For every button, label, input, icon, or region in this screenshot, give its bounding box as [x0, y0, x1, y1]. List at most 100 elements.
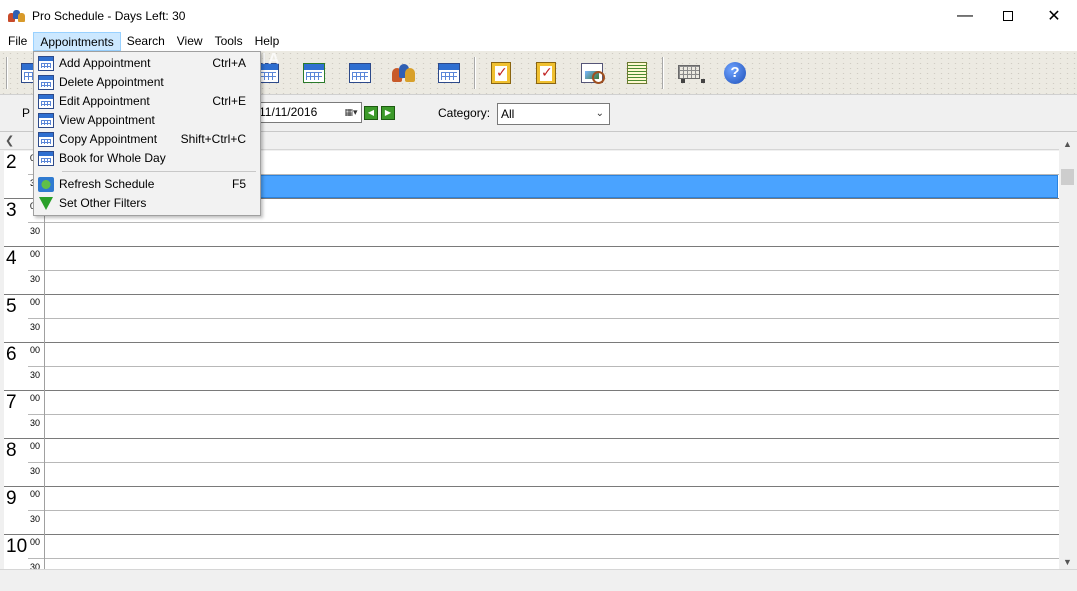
- menu-item-view-appointment[interactable]: View Appointment: [34, 111, 260, 130]
- calendar-month-icon: [438, 63, 460, 83]
- calendar-week-icon: [349, 63, 371, 83]
- half-hour-label: 30: [30, 370, 41, 380]
- half-hour-line: [28, 366, 1059, 367]
- people-icon: [391, 62, 415, 84]
- window-title: Pro Schedule - Days Left: 30: [32, 8, 186, 23]
- calendar-day-icon: [38, 151, 54, 166]
- half-hour-label: 30: [30, 418, 41, 428]
- menu-view[interactable]: View: [171, 32, 209, 51]
- toolbar-month-button[interactable]: [437, 61, 461, 85]
- filter-icon: [39, 197, 53, 210]
- next-day-button[interactable]: ▶: [381, 106, 395, 120]
- chevron-down-icon: ⌄: [595, 108, 604, 119]
- toolbar-grip: [6, 57, 8, 89]
- minimize-icon: —: [957, 6, 973, 24]
- minute-label: 00: [30, 249, 41, 259]
- calendar-dropdown-icon[interactable]: ▦▾: [343, 106, 359, 119]
- scroll-down-icon[interactable]: ▼: [1063, 557, 1072, 567]
- date-value: 11/11/2016: [259, 105, 318, 119]
- hour-label: 10: [6, 536, 28, 557]
- menu-bar: File Appointments Search View Tools Help: [0, 31, 1077, 51]
- hour-label: 2: [6, 152, 17, 173]
- scroll-left-icon[interactable]: ❮: [5, 134, 14, 147]
- menu-item-delete-appointment[interactable]: Delete Appointment: [34, 73, 260, 92]
- menu-item-copy-appointment[interactable]: Copy Appointment Shift+Ctrl+C: [34, 130, 260, 149]
- hour-row[interactable]: 6 00 30: [4, 343, 1059, 391]
- appointments-menu: Add Appointment Ctrl+A Delete Appointmen…: [33, 51, 261, 216]
- scroll-up-icon[interactable]: ▲: [1063, 139, 1072, 149]
- toolbar-buy-button[interactable]: [675, 61, 705, 85]
- calendar-delete-icon: [38, 75, 54, 90]
- half-hour-line: [28, 414, 1059, 415]
- toolbar-separator: [662, 57, 664, 89]
- menu-item-edit-appointment[interactable]: Edit Appointment Ctrl+E: [34, 92, 260, 111]
- toolbar-task-button[interactable]: [489, 61, 513, 85]
- hour-row[interactable]: 9 00 30: [4, 487, 1059, 535]
- menu-item-set-other-filters[interactable]: Set Other Filters: [34, 194, 260, 213]
- menu-item-add-appointment[interactable]: Add Appointment Ctrl+A: [34, 54, 260, 73]
- close-icon: ✕: [1047, 7, 1061, 25]
- scroll-thumb[interactable]: [1061, 169, 1074, 185]
- close-button[interactable]: ✕: [1031, 0, 1077, 31]
- minimize-button[interactable]: —: [942, 0, 988, 31]
- arrow-left-icon: ◀: [367, 108, 375, 117]
- minute-label: 00: [30, 537, 41, 547]
- title-bar: Pro Schedule - Days Left: 30 — ✕: [0, 0, 1077, 31]
- half-hour-line: [28, 318, 1059, 319]
- menu-search[interactable]: Search: [121, 32, 171, 51]
- toolbar-refresh-button[interactable]: [302, 61, 326, 85]
- menu-file[interactable]: File: [2, 32, 33, 51]
- status-bar: [0, 569, 1077, 591]
- calendar-view-icon: [38, 113, 54, 128]
- menu-separator: [62, 171, 256, 172]
- hour-label: 6: [6, 344, 17, 365]
- calendar-copy-icon: [38, 132, 54, 147]
- half-hour-line: [28, 510, 1059, 511]
- category-select[interactable]: All ⌄: [497, 103, 610, 125]
- calendar-add-icon: [38, 56, 54, 71]
- shopping-cart-icon: [675, 62, 705, 84]
- toolbar-help-button[interactable]: ?: [723, 61, 747, 85]
- toolbar-separator: [474, 57, 476, 89]
- half-hour-label: 30: [30, 226, 41, 236]
- toolbar-picture-button[interactable]: [580, 61, 605, 85]
- half-hour-line: [28, 462, 1059, 463]
- arrow-right-icon: ▶: [384, 108, 392, 117]
- minute-label: 00: [30, 489, 41, 499]
- menu-item-refresh-schedule[interactable]: Refresh Schedule F5: [34, 175, 260, 194]
- vertical-scrollbar[interactable]: ▲ ▼: [1059, 133, 1077, 569]
- half-hour-line: [28, 222, 1059, 223]
- list-icon: [627, 62, 647, 84]
- hour-label: 9: [6, 488, 17, 509]
- toolbar-week-button[interactable]: [348, 61, 372, 85]
- menu-help[interactable]: Help: [249, 32, 286, 51]
- toolbar-todo-button[interactable]: [534, 61, 558, 85]
- toolbar-list-button[interactable]: [625, 61, 649, 85]
- previous-day-button[interactable]: ◀: [364, 106, 378, 120]
- toolbar-people-button[interactable]: [391, 61, 415, 85]
- hour-label: 8: [6, 440, 17, 461]
- hour-row[interactable]: 5 00 30: [4, 295, 1059, 343]
- help-icon: ?: [724, 62, 746, 84]
- picture-search-icon: [581, 63, 605, 84]
- calendar-edit-icon: [38, 94, 54, 109]
- hour-row[interactable]: 10 00 30: [4, 535, 1059, 569]
- clipboard-check-icon: [536, 62, 556, 84]
- hour-label: 3: [6, 200, 17, 221]
- hour-row[interactable]: 4 00 30: [4, 247, 1059, 295]
- menu-tools[interactable]: Tools: [209, 32, 249, 51]
- maximize-button[interactable]: [985, 0, 1031, 31]
- hour-label: 4: [6, 248, 17, 269]
- menu-appointments[interactable]: Appointments: [33, 31, 121, 51]
- category-value: All: [501, 107, 515, 121]
- menu-item-book-whole-day[interactable]: Book for Whole Day: [34, 149, 260, 168]
- minute-label: 00: [30, 345, 41, 355]
- half-hour-line: [28, 270, 1059, 271]
- half-hour-label: 30: [30, 322, 41, 332]
- date-picker[interactable]: 11/11/2016 ▦▾: [254, 102, 362, 123]
- calendar-refresh-icon: [303, 63, 325, 83]
- minute-label: 00: [30, 441, 41, 451]
- hour-row[interactable]: 8 00 30: [4, 439, 1059, 487]
- hour-label: 5: [6, 296, 17, 317]
- hour-row[interactable]: 7 00 30: [4, 391, 1059, 439]
